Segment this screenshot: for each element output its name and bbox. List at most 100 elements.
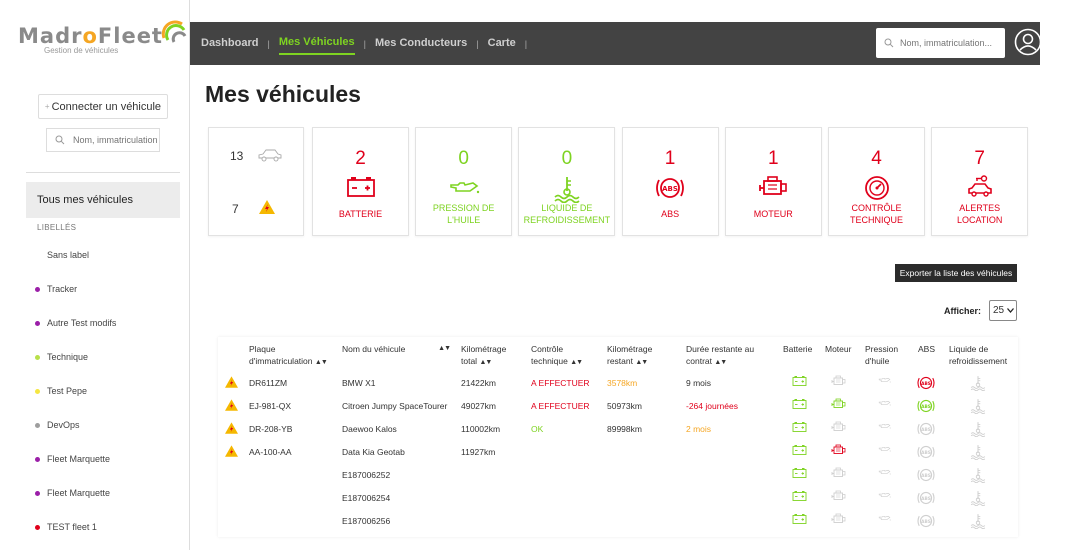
label-color-dot [35,490,40,496]
table-row[interactable]: EJ-981-QX Citroen Jumpy SpaceTourer 49027k… [218,395,1018,418]
col-plate[interactable]: Plaque d'immatriculation ▲▼ [249,343,333,369]
col-km-total[interactable]: Kilométrage total ▲▼ [461,343,521,369]
vehicles-table: Plaque d'immatriculation ▲▼ Nom du véhic… [218,337,1018,537]
kpi-value: 0 [561,148,573,169]
connect-vehicle-button[interactable]: + Connecter un véhicule [38,94,168,119]
sidebar-label-item[interactable]: Test Pepe [35,386,87,396]
col-name[interactable]: Nom du véhicule ▲▼ [342,343,451,355]
cell-km-total: 110002km [461,424,501,434]
cell-duration: -264 journées [686,401,738,411]
export-vehicles-button[interactable]: Exporter la liste des véhicules [895,264,1017,282]
sidebar-label-item[interactable]: Tracker [35,284,77,294]
svg-text:ABS: ABS [921,496,931,502]
sort-icon: ▲▼ [635,359,648,366]
top-search-input[interactable] [900,38,998,48]
cell-km-rest: 89998km [607,424,642,434]
user-avatar-icon[interactable] [1014,28,1042,56]
nav-link-1[interactable]: Mes Véhicules [278,36,355,55]
svg-text:ABS: ABS [921,519,931,525]
sidebar-label-item[interactable]: Fleet Marquette [35,488,110,498]
alert-vehicles-count: 7 [232,202,239,216]
table-row[interactable]: E187006252 ABS [218,464,1018,487]
nav-link-2[interactable]: Mes Conducteurs [375,37,467,54]
nav-link-3[interactable]: Carte [488,37,516,54]
table-row[interactable]: E187006256 ABS [218,510,1018,533]
kpi-value: 1 [664,148,676,169]
sidebar-label-item[interactable]: Autre Test modifs [35,318,116,328]
kpi-card-engine[interactable]: 1 MOTEUR [724,127,822,236]
coolant-icon [970,490,986,508]
kpi-card-abs[interactable]: 1 ABS ABS [621,127,719,236]
engine-icon [726,175,821,197]
engine-icon [829,467,848,480]
sidebar-label-item[interactable]: Fleet Marquette [35,454,110,464]
coolant-icon [519,175,614,203]
engine-icon [829,421,848,434]
label-text: Technique [47,352,89,362]
per-page-value: 25 [993,305,1005,316]
cell-name: E187006254 [342,493,391,503]
abs-icon: ABS [916,444,936,462]
kpi-card-battery[interactable]: 2 BATTERIE [312,127,409,236]
kpi-card-car-key[interactable]: 7 ALERTES LOCATION [931,127,1029,236]
kpi-card-coolant[interactable]: 0 LIQUIDE DE REFROIDISSEMENT [518,127,616,236]
engine-icon [829,398,848,411]
label-text: TEST fleet 1 [47,522,97,532]
oil-can-icon [875,490,894,501]
battery-icon [791,375,808,388]
nav-separator: | [363,39,366,49]
total-vehicles-count: 13 [230,149,244,163]
battery-icon [791,398,808,411]
col-battery: Batterie [783,344,813,354]
cell-km-total: 49027km [461,401,496,411]
table-row[interactable]: DR-208-YB Daewoo Kalos 110002km OK 89998km 2 … [218,418,1018,441]
sidebar-label-item[interactable]: TEST fleet 1 [35,522,97,532]
abs-icon: ABS [916,375,936,393]
top-search[interactable] [876,28,1005,58]
kpi-label: LIQUIDE DE REFROIDISSEMENT [523,203,611,225]
sidebar-label-item[interactable]: Sans label [47,250,89,260]
sidebar-label-item[interactable]: DevOps [35,420,80,430]
table-row[interactable]: E187006254 ABS [218,487,1018,510]
table-row[interactable]: DR611ZM BMW X1 21422km A EFFECTUER 3578km 9 m… [218,372,1018,395]
sidebar-item-all-vehicles[interactable]: Tous mes véhicules [26,182,180,218]
oil-can-icon [416,175,511,197]
kpi-label: CONTRÔLE TECHNIQUE [849,203,903,225]
col-duration[interactable]: Durée restante au contrat ▲▼ [686,343,772,369]
svg-text:ABS: ABS [921,381,931,387]
kpi-label: MOTEUR [753,209,793,219]
battery-icon [791,421,808,434]
connect-vehicle-label: Connecter un véhicule [51,100,162,113]
warning-icon [259,200,275,214]
kpi-card-gauge[interactable]: 4 CONTRÔLE TECHNIQUE [828,127,925,236]
battery-icon [791,467,808,480]
coolant-icon [970,513,986,531]
sidebar-label-item[interactable]: Technique [35,352,88,362]
table-row[interactable]: AA-100-AA Data Kia Geotab 11927km ABS [218,441,1018,464]
label-color-dot [35,456,40,462]
oil-can-icon [875,513,894,524]
sidebar-search-input[interactable] [73,135,157,145]
nav-link-0[interactable]: Dashboard [201,37,258,54]
col-engine: Moteur [825,344,852,354]
engine-icon [829,444,848,457]
oil-can-icon [875,398,894,409]
abs-icon: ABS [916,513,936,531]
coolant-icon [970,421,986,439]
col-ct[interactable]: Contrôle technique ▲▼ [531,343,597,369]
label-text: Autre Test modifs [47,318,117,328]
sidebar-search[interactable] [46,128,160,152]
abs-icon: ABS [916,421,936,439]
label-color-dot [35,354,40,360]
abs-icon: ABS [916,398,936,416]
warning-icon [225,445,238,459]
cell-name: Daewoo Kalos [342,424,397,434]
cell-name: BMW X1 [342,378,376,388]
brand-logo[interactable]: MadroFleet Gestion de véhicules [18,20,188,70]
cell-name: E187006252 [342,470,391,480]
col-km-rest[interactable]: Kilométrage restant ▲▼ [607,343,675,369]
kpi-card-oil-can[interactable]: 0 PRESSION DE L'HUILE [415,127,513,236]
battery-icon [791,513,808,526]
per-page-select[interactable]: 25 [989,300,1017,321]
abs-icon: ABS [916,467,936,485]
